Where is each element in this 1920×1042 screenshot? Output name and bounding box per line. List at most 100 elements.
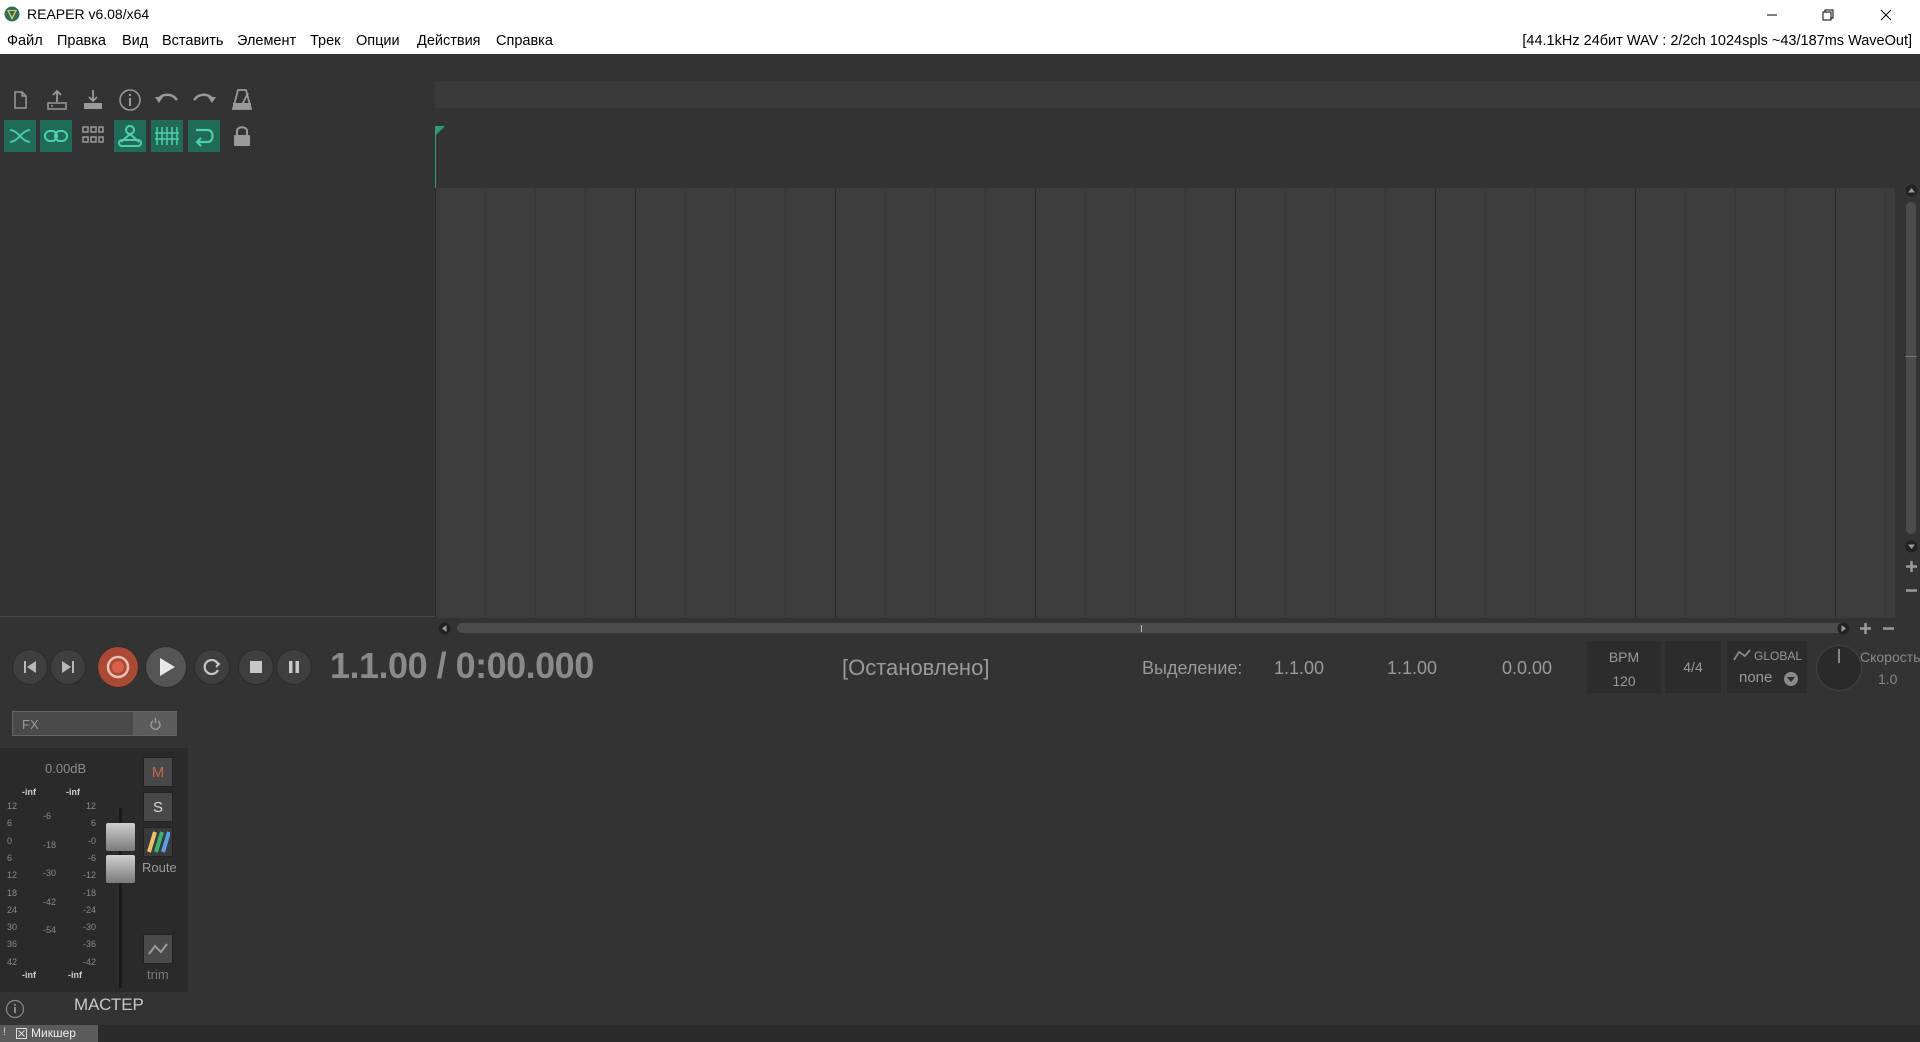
dropdown-icon[interactable]	[1783, 671, 1799, 687]
meter-scale-label: 12	[7, 801, 18, 811]
meter-scale-label: -42	[82, 956, 96, 967]
grid-line	[1635, 188, 1636, 618]
grid-line	[1135, 188, 1136, 618]
meter-scale-label: 30	[7, 922, 18, 933]
repeat-button[interactable]	[194, 649, 230, 685]
play-button[interactable]	[145, 646, 187, 688]
solo-button[interactable]: S	[143, 792, 173, 822]
loop-arrow-icon	[195, 128, 214, 147]
open-project-button[interactable]	[41, 84, 73, 116]
item-grouping-button[interactable]	[40, 120, 72, 152]
dock-tab-bar: ! Микшер	[0, 1025, 1920, 1042]
automation-mode-button[interactable]	[143, 934, 173, 964]
time-signature[interactable]: 4/4	[1665, 641, 1721, 693]
time-position[interactable]: 1.1.00 / 0:00.000	[330, 645, 594, 687]
grid-line	[535, 188, 536, 618]
pause-button[interactable]	[276, 649, 312, 685]
selection-length[interactable]: 0.0.00	[1502, 658, 1552, 679]
menu-options[interactable]: Опции	[356, 33, 400, 49]
grid-icon	[82, 126, 104, 143]
zoom-in-horizontal-icon[interactable]	[1859, 622, 1872, 635]
save-project-button[interactable]	[77, 84, 109, 116]
go-to-end-button[interactable]	[50, 649, 86, 685]
ripple-edit-button[interactable]	[114, 120, 146, 152]
window-title: REAPER v6.08/x64	[27, 6, 150, 22]
record-button[interactable]	[97, 646, 139, 688]
menu-edit[interactable]: Правка	[57, 33, 106, 49]
arrange-view[interactable]: 1.1.000:00.001.3.000:01.002.1.000:02.002…	[435, 54, 1920, 635]
meter-scale-label: 18	[7, 887, 18, 898]
scroll-up-icon[interactable]	[1905, 184, 1918, 197]
grid-lines-button[interactable]	[151, 120, 183, 152]
snap-grid-button[interactable]	[77, 120, 109, 152]
mixer-tab-label: Микшер	[31, 1026, 76, 1040]
zoom-in-vertical-icon[interactable]	[1905, 560, 1918, 573]
horizontal-scrollbar[interactable]	[435, 619, 1920, 637]
playrate-knob[interactable]	[1816, 645, 1862, 691]
pan-fader-handle[interactable]	[106, 823, 135, 851]
mute-button[interactable]: M	[143, 757, 173, 787]
stop-button[interactable]	[238, 649, 274, 685]
restore-button[interactable]	[1800, 0, 1856, 29]
thumb-grip	[1905, 356, 1917, 357]
lock-icon	[234, 126, 250, 146]
mixer-dock-tab[interactable]: ! Микшер	[0, 1025, 98, 1042]
global-automation[interactable]: GLOBAL none	[1727, 641, 1807, 693]
close-button[interactable]	[1858, 0, 1914, 29]
automation-envelope-icon	[148, 943, 168, 955]
menu-help[interactable]: Справка	[496, 33, 553, 49]
reaper-app: REAPER v6.08/x64 Файл Правка Вид Вставит…	[0, 0, 1920, 1042]
menu-track[interactable]: Трек	[310, 33, 341, 49]
playrate-value[interactable]: 1.0	[1878, 671, 1897, 687]
undo-button[interactable]	[151, 84, 183, 116]
close-icon	[1880, 9, 1892, 20]
redo-icon	[192, 93, 216, 103]
menu-actions[interactable]: Действия	[417, 33, 481, 49]
project-settings-button[interactable]	[114, 84, 146, 116]
horizontal-scroll-thumb[interactable]	[457, 623, 1847, 633]
new-project-button[interactable]	[4, 84, 36, 116]
scroll-right-icon[interactable]	[1837, 622, 1850, 635]
fx-bypass-button[interactable]	[133, 712, 177, 735]
menu-view[interactable]: Вид	[122, 33, 148, 49]
menu-insert[interactable]: Вставить	[162, 33, 223, 49]
vertical-scroll-thumb[interactable]	[1906, 202, 1916, 534]
zoom-out-vertical-icon[interactable]	[1905, 584, 1918, 597]
metronome-button[interactable]	[226, 84, 258, 116]
minimize-button[interactable]	[1744, 0, 1800, 29]
meter-scale-label: -36	[82, 939, 96, 950]
grid-line	[1685, 188, 1686, 618]
scroll-down-icon[interactable]	[1905, 540, 1918, 553]
menu-file[interactable]: Файл	[7, 33, 43, 49]
master-fx-button[interactable]: FX	[12, 711, 177, 736]
master-volume-readout[interactable]: 0.00dB	[45, 761, 86, 776]
vertical-scrollbar[interactable]	[1902, 184, 1920, 616]
meter-scale-label: -18	[82, 887, 96, 898]
grid-line	[1485, 188, 1486, 618]
route-button[interactable]	[143, 827, 173, 857]
redo-button[interactable]	[188, 84, 220, 116]
track-area[interactable]	[435, 188, 1895, 618]
go-to-start-button[interactable]	[12, 649, 48, 685]
scroll-left-icon[interactable]	[438, 622, 451, 635]
volume-fader-handle[interactable]	[106, 855, 135, 883]
peak-left[interactable]: -inf	[22, 787, 36, 797]
selection-start[interactable]: 1.1.00	[1274, 658, 1324, 679]
menu-item[interactable]: Элемент	[237, 33, 296, 49]
grid-line	[1385, 188, 1386, 618]
mixer-panel: FX 0.00dB -inf -inf 12 6 0 6 12 18 24 30 36 42 -6…	[0, 700, 1920, 1025]
meter-scale-label: -12	[82, 870, 96, 881]
lock-button[interactable]	[226, 120, 258, 152]
selection-end[interactable]: 1.1.00	[1387, 658, 1437, 679]
master-info-icon[interactable]	[5, 999, 25, 1019]
peak-right[interactable]: -inf	[66, 787, 80, 797]
knob-pointer	[1838, 649, 1840, 663]
locking-loop-button[interactable]	[188, 120, 220, 152]
bpm-display[interactable]: BPM 120	[1587, 641, 1661, 693]
dock-grip-icon: !	[3, 1026, 7, 1038]
auto-crossfade-button[interactable]	[4, 120, 36, 152]
meter-scale-label: -6	[87, 852, 96, 863]
zoom-out-horizontal-icon[interactable]	[1882, 622, 1895, 635]
close-tab-icon[interactable]	[16, 1028, 27, 1039]
region-lane[interactable]	[435, 81, 1920, 108]
